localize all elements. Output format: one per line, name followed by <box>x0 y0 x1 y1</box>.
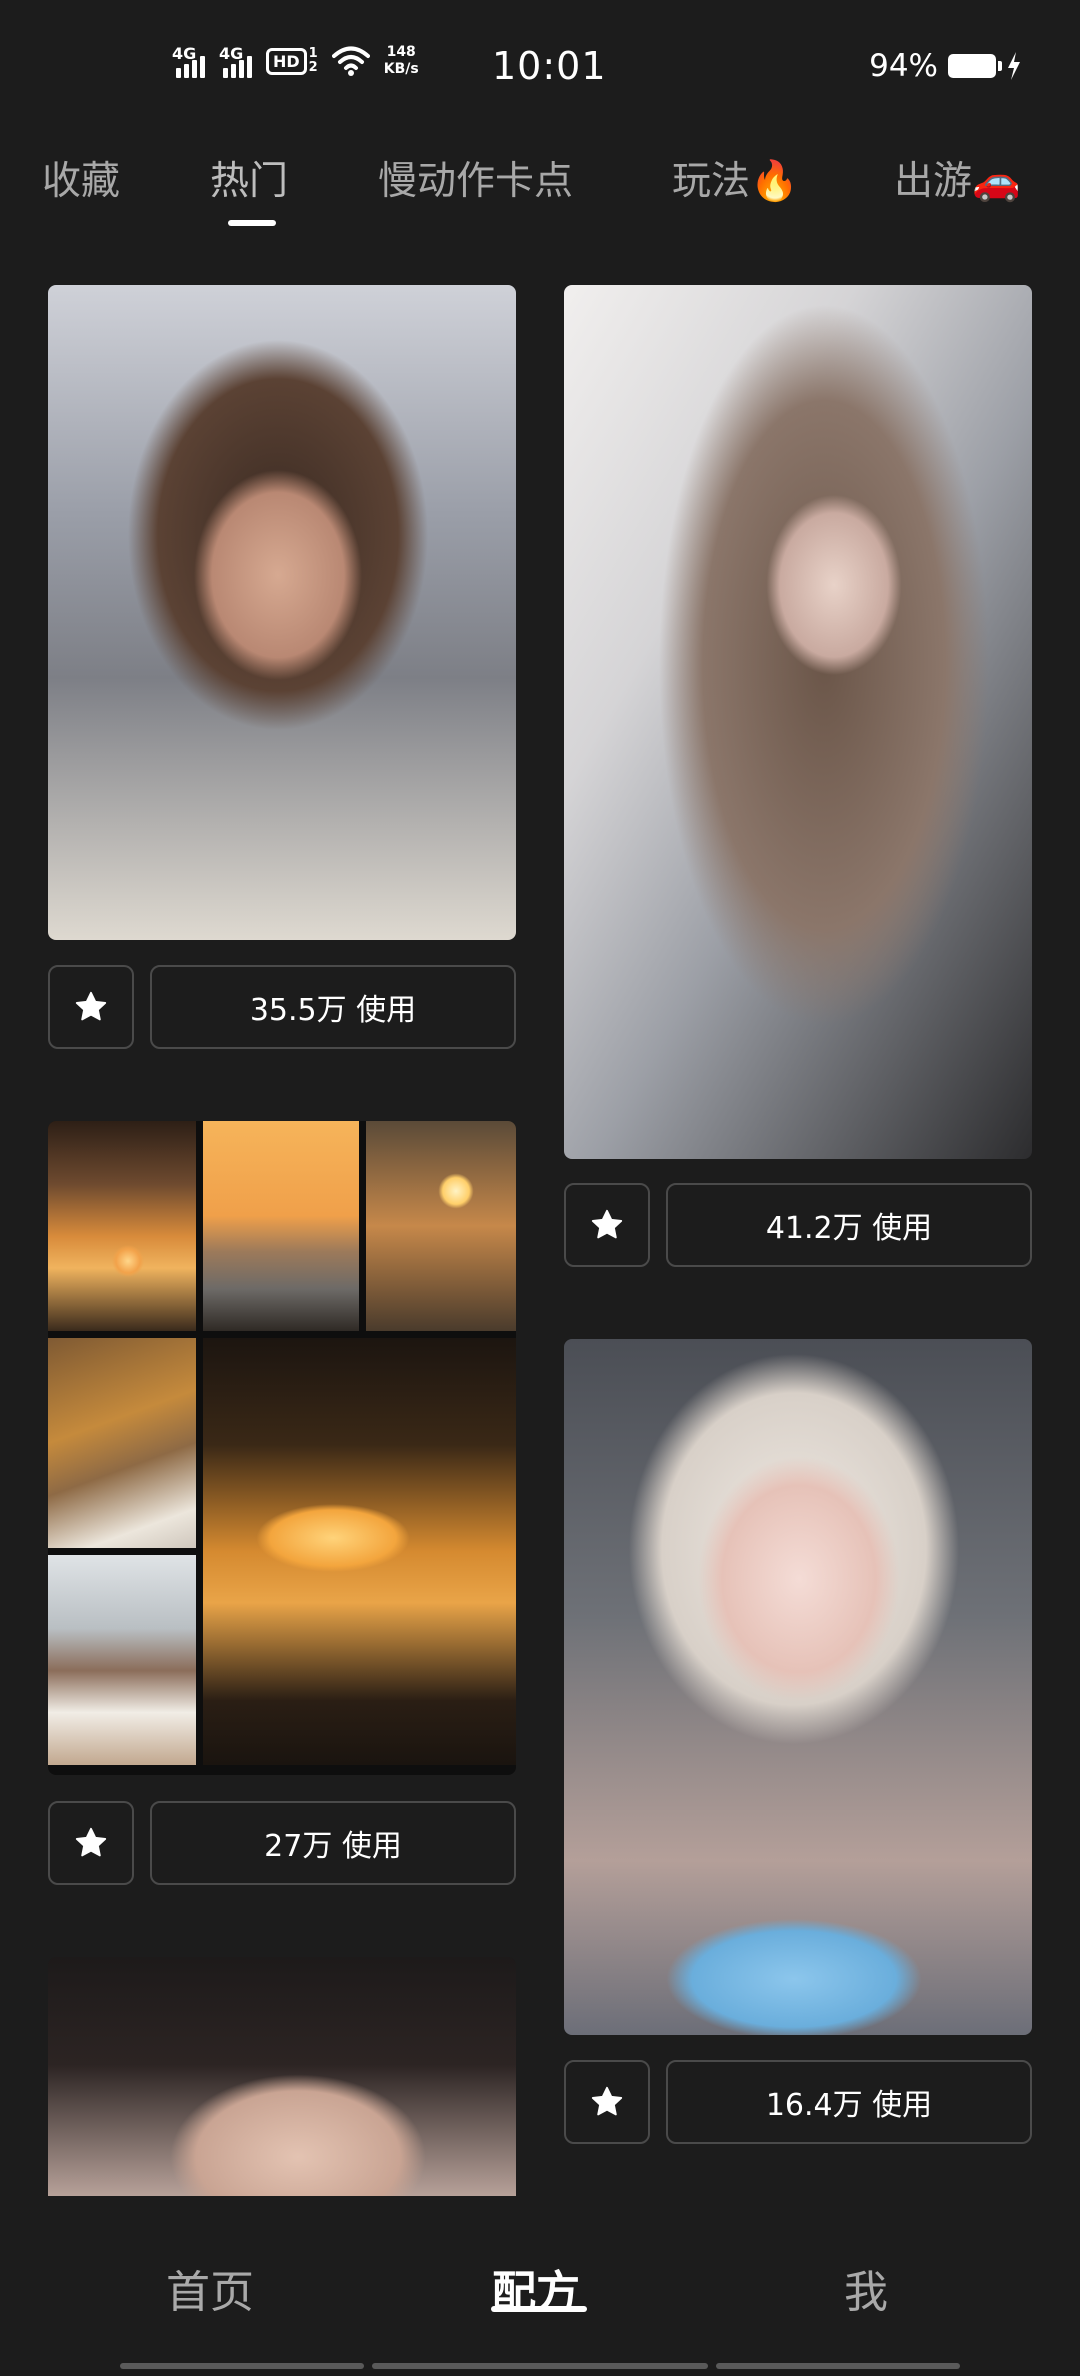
network-speed-unit: KB/s <box>383 61 419 77</box>
gesture-bar <box>716 2363 960 2369</box>
star-icon <box>75 1827 107 1857</box>
use-template-button[interactable]: 35.5万 使用 <box>150 965 516 1049</box>
hd-sim-1-label: 1 <box>308 46 318 61</box>
tab-travel[interactable]: 出游🚗 <box>894 150 1021 206</box>
collage-photo <box>203 1121 359 1331</box>
status-bar: 4G 4G HD 1 2 148 KB/s 10:01 94% <box>0 0 1080 130</box>
nav-me[interactable]: 我 <box>844 2256 888 2320</box>
bottom-navigation: 首页 配方 我 <box>0 2196 1080 2376</box>
tab-slow-motion-beat[interactable]: 慢动作卡点 <box>378 150 573 206</box>
use-template-button[interactable]: 27万 使用 <box>150 1801 516 1885</box>
star-icon <box>591 2086 623 2116</box>
battery-percent: 94% <box>869 48 938 84</box>
hd-voice-icon: HD 1 2 <box>266 47 318 75</box>
template-thumbnail[interactable] <box>48 1957 516 2197</box>
tab-gameplay[interactable]: 玩法🔥 <box>672 150 799 206</box>
collage-photo <box>48 1555 196 1765</box>
active-tab-indicator <box>228 220 276 226</box>
favorite-button[interactable] <box>48 965 134 1049</box>
template-thumbnail[interactable] <box>564 1339 1032 2035</box>
collage-photo <box>366 1121 516 1331</box>
hd-badge: HD <box>266 47 307 75</box>
template-thumbnail[interactable] <box>564 285 1032 1159</box>
template-thumbnail[interactable] <box>48 285 516 940</box>
active-nav-indicator <box>491 2306 587 2312</box>
use-template-button[interactable]: 41.2万 使用 <box>666 1183 1032 1267</box>
favorite-button[interactable] <box>564 2060 650 2144</box>
category-tabs: 收藏 热门 慢动作卡点 玩法🔥 出游🚗 <box>0 140 1080 230</box>
network-speed-value: 148 <box>386 44 416 60</box>
tab-favorites[interactable]: 收藏 <box>42 150 120 206</box>
cellular-signal-icon-2: 4G <box>219 44 252 78</box>
star-icon <box>591 1209 623 1239</box>
gesture-bar <box>372 2363 708 2369</box>
collage-photo <box>203 1338 516 1765</box>
nav-home[interactable]: 首页 <box>166 2256 254 2320</box>
network-type-label: 4G <box>219 44 244 63</box>
tab-popular[interactable]: 热门 <box>210 150 288 206</box>
photo-collage <box>48 1121 516 1775</box>
network-speed: 148 KB/s <box>384 44 419 78</box>
charging-bolt-icon <box>1008 52 1020 80</box>
favorite-button[interactable] <box>564 1183 650 1267</box>
gesture-bar <box>120 2363 364 2369</box>
star-icon <box>75 991 107 1021</box>
battery-icon <box>948 54 1002 78</box>
cellular-signal-icon-1: 4G <box>172 44 205 78</box>
network-type-label: 4G <box>172 44 197 63</box>
wifi-icon <box>331 46 370 76</box>
clock: 10:01 <box>492 44 607 88</box>
favorite-button[interactable] <box>48 1801 134 1885</box>
collage-photo <box>48 1338 196 1548</box>
collage-photo <box>48 1121 196 1331</box>
template-thumbnail[interactable] <box>48 1121 516 1775</box>
use-template-button[interactable]: 16.4万 使用 <box>666 2060 1032 2144</box>
hd-sim-2-label: 2 <box>308 60 318 75</box>
